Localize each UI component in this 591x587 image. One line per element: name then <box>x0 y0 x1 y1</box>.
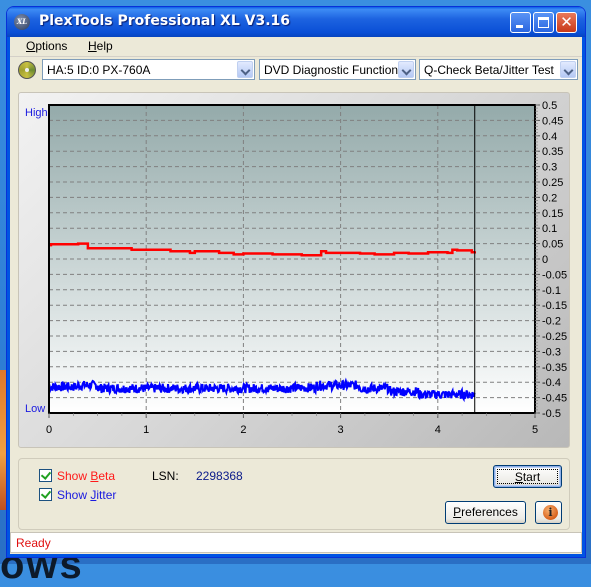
close-icon: ✕ <box>560 13 573 31</box>
y-tick-label: -0.45 <box>542 393 567 405</box>
menu-bar: Options Help <box>10 37 582 57</box>
y-tick-label: -0.05 <box>542 269 567 281</box>
show-beta-label[interactable]: Show Beta <box>57 469 115 483</box>
show-jitter-checkbox[interactable] <box>39 488 52 501</box>
status-text: Ready <box>16 536 51 550</box>
y-tick-label: -0.35 <box>542 362 567 374</box>
show-jitter-rest: itter <box>96 488 117 502</box>
preferences-label: references <box>461 505 518 519</box>
test-select-value: Q-Check Beta/Jitter Test <box>424 63 554 77</box>
y-tick-label: 0.25 <box>542 177 563 189</box>
y-tick-label: -0.1 <box>542 285 561 297</box>
y-tick-label: -0.25 <box>542 331 567 343</box>
y-tick-label: 0.1 <box>542 223 557 235</box>
beta-jitter-chart: 0.5 0.45 0.4 0.35 0.3 0.25 0.2 0.15 0.1 0.05 0 -0.0… <box>25 100 567 436</box>
test-select[interactable]: Q-Check Beta/Jitter Test <box>419 59 578 80</box>
x-tick-label: 0 <box>46 424 52 436</box>
function-select[interactable]: DVD Diagnostic Functions <box>259 59 416 80</box>
y-label-low: Low <box>25 403 45 415</box>
minimize-icon <box>516 25 523 28</box>
x-tick-label: 1 <box>143 424 149 436</box>
y-tick-label: 0.4 <box>542 131 557 143</box>
info-icon: i <box>543 505 558 520</box>
minimize-button[interactable] <box>510 12 531 33</box>
y-tick-label: -0.15 <box>542 300 567 312</box>
show-beta-rest: eta <box>98 469 116 483</box>
preferences-mnemonic: P <box>453 505 462 519</box>
y-tick-label: -0.5 <box>542 408 561 420</box>
show-beta-checkbox[interactable] <box>39 469 52 482</box>
info-button[interactable]: i <box>535 501 562 524</box>
start-button-focus: Start <box>497 469 558 484</box>
function-select-value: DVD Diagnostic Functions <box>264 63 405 77</box>
y-tick-label: 0.15 <box>542 208 563 220</box>
x-tick-label: 5 <box>532 424 538 436</box>
show-jitter-prefix: Show <box>57 488 91 502</box>
app-window: XL PlexTools Professional XL V3.16 ✕ Opt… <box>6 6 586 558</box>
title-bar[interactable]: XL PlexTools Professional XL V3.16 ✕ <box>7 7 585 37</box>
chart-panel: 0.5 0.45 0.4 0.35 0.3 0.25 0.2 0.15 0.1 0.05 0 -0.0… <box>18 92 570 448</box>
y-tick-label: 0 <box>542 254 548 266</box>
drive-select[interactable]: HA:5 ID:0 PX-760A <box>42 59 255 80</box>
chevron-down-icon[interactable] <box>398 61 414 78</box>
menu-options[interactable]: Options <box>26 39 67 53</box>
menu-help-mnemonic: H <box>88 39 97 53</box>
options-group: Show Beta Show Jitter LSN: 2298368 Start… <box>18 458 570 530</box>
y-tick-label: 0.45 <box>542 115 563 127</box>
status-bar: Ready <box>10 532 582 553</box>
y-tick-label: 0.35 <box>542 146 563 158</box>
toolbar: HA:5 ID:0 PX-760A DVD Diagnostic Functio… <box>10 57 582 85</box>
app-logo-icon: XL <box>14 14 30 30</box>
start-mnemonic: S <box>514 470 523 484</box>
y-label-high: High <box>25 107 48 119</box>
y-tick-label: -0.3 <box>542 346 561 358</box>
maximize-button[interactable] <box>533 12 554 33</box>
drive-select-value: HA:5 ID:0 PX-760A <box>47 63 151 77</box>
show-beta-prefix: Show <box>57 469 91 483</box>
start-label: tart <box>522 470 541 484</box>
menu-help-label: elp <box>96 39 113 53</box>
x-tick-label: 4 <box>435 424 441 436</box>
menu-help[interactable]: Help <box>88 39 113 53</box>
disc-drive-icon <box>18 61 36 79</box>
start-button[interactable]: Start <box>493 465 562 488</box>
preferences-button[interactable]: Preferences <box>445 501 526 524</box>
lsn-label: LSN: <box>152 469 179 483</box>
x-tick-label: 3 <box>338 424 344 436</box>
y-tick-label: 0.5 <box>542 100 557 112</box>
y-tick-label: -0.4 <box>542 377 561 389</box>
menu-options-mnemonic: O <box>26 39 36 53</box>
chevron-down-icon[interactable] <box>560 61 576 78</box>
y-tick-label: -0.2 <box>542 316 561 328</box>
lsn-value: 2298368 <box>196 469 243 483</box>
window-title: PlexTools Professional XL V3.16 <box>39 13 291 29</box>
y-tick-label: 0.2 <box>542 192 557 204</box>
close-button[interactable]: ✕ <box>556 12 577 33</box>
y-tick-label: 0.05 <box>542 239 563 251</box>
chevron-down-icon[interactable] <box>237 61 253 78</box>
maximize-icon <box>538 17 549 28</box>
menu-options-label: ptions <box>35 39 68 53</box>
x-tick-label: 2 <box>240 424 246 436</box>
y-tick-label: 0.3 <box>542 162 557 174</box>
show-jitter-label[interactable]: Show Jitter <box>57 488 116 502</box>
